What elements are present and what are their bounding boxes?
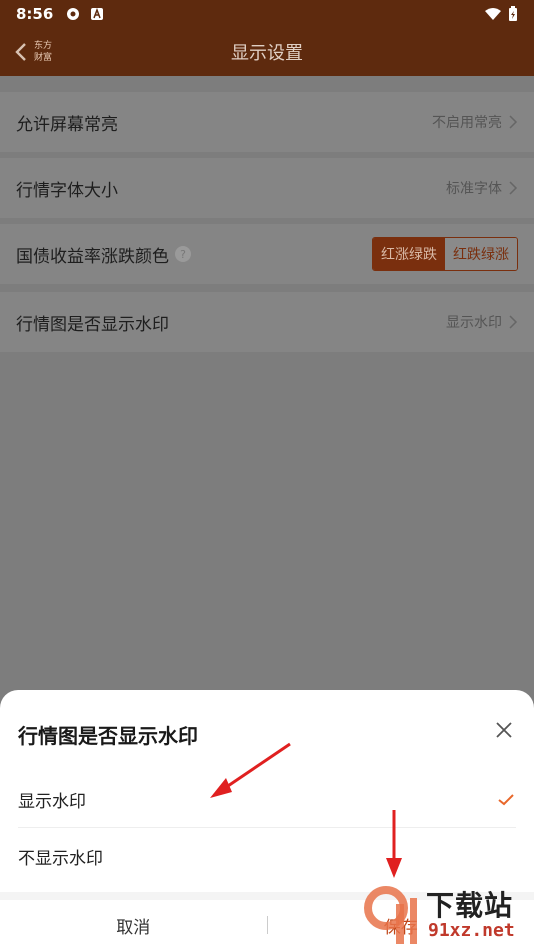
site-watermark: 下载站 91xz.net [360,884,532,948]
watermark-logo-icon [364,886,417,944]
watermark-url: 91xz.net [428,920,515,941]
arrow-to-show-option [210,742,291,798]
arrow-to-save [386,810,402,878]
watermark-text: 下载站 [426,889,514,922]
annotation-arrows [210,742,402,878]
